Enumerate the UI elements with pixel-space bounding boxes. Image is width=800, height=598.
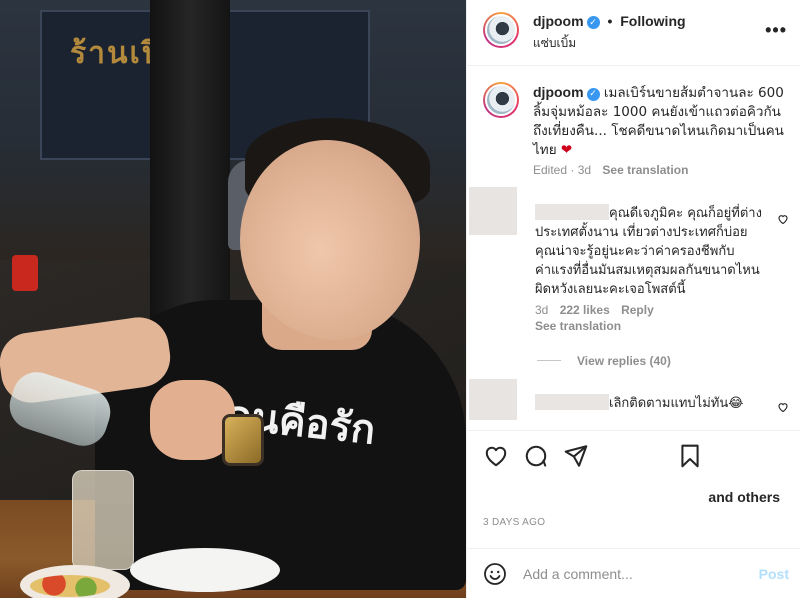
view-replies-button[interactable]: View replies (40)	[537, 354, 671, 368]
caption-username[interactable]: djpoom	[533, 84, 584, 100]
comment-see-translation[interactable]: See translation	[535, 319, 621, 333]
following-button[interactable]: Following	[620, 13, 685, 29]
food	[30, 575, 110, 597]
comment-composer: Post	[467, 548, 800, 598]
wrist-watch	[222, 414, 264, 466]
verified-icon: ✓	[586, 16, 600, 29]
man-face	[240, 140, 420, 340]
pillar	[150, 0, 230, 330]
verified-icon: ✓	[586, 88, 600, 101]
post-side-panel: djpoom ✓ • Following แซ่บเบิ้ม ••• djpoom…	[466, 0, 800, 598]
comment-age: 3d	[535, 303, 549, 317]
caption-avatar[interactable]	[483, 82, 519, 118]
share-icon[interactable]	[563, 443, 589, 469]
caption-see-translation[interactable]: See translation	[602, 163, 688, 177]
action-bar	[467, 430, 800, 478]
post-location[interactable]: แซ่บเบิ้ม	[533, 34, 576, 53]
comment-avatar[interactable]	[469, 187, 517, 235]
author-row: djpoom ✓ • Following	[533, 13, 686, 29]
comment-heart-icon[interactable]	[777, 213, 789, 225]
bookmark-icon[interactable]	[677, 443, 703, 469]
white-plate	[130, 548, 280, 592]
view-replies-label: View replies (40)	[577, 354, 671, 368]
replies-divider	[537, 360, 561, 361]
caption-meta: Edited · 3d See translation	[533, 163, 688, 177]
heart-emoji-icon: ❤	[560, 142, 573, 158]
separator-dot: •	[607, 13, 613, 29]
comment-body: เลิกติดตามแทบไม่ทัน😂	[535, 394, 763, 413]
caption-edited: Edited · 3d	[533, 163, 592, 177]
likes-others-label: and others	[708, 489, 780, 505]
comment-icon[interactable]	[523, 443, 549, 469]
red-can	[12, 255, 38, 291]
emoji-icon[interactable]	[483, 562, 507, 586]
scroll-edge	[467, 420, 800, 430]
post-timestamp[interactable]: 3 DAYS AGO	[483, 517, 545, 528]
author-username[interactable]: djpoom	[533, 13, 584, 29]
post-photo[interactable]: ร้านเปิ คนคือรัก	[0, 0, 466, 598]
comment-text: เลิกติดตามแทบไม่ทัน😂	[609, 396, 744, 411]
more-options-icon[interactable]: •••	[765, 20, 787, 41]
sign-lettering: ร้านเปิ	[70, 36, 163, 71]
author-avatar[interactable]	[483, 12, 519, 48]
comment-username-redacted[interactable]	[535, 394, 609, 410]
likes-summary[interactable]: and others	[708, 489, 780, 505]
comment-likes[interactable]: 222 likes	[560, 303, 610, 317]
post-comment-button[interactable]: Post	[759, 566, 789, 582]
drinking-glass	[72, 470, 134, 570]
comment-input[interactable]	[523, 561, 733, 587]
comment-username-redacted[interactable]	[535, 204, 609, 220]
post-header: djpoom ✓ • Following แซ่บเบิ้ม •••	[467, 0, 800, 66]
comment-body: คุณดีเจภูมิคะ คุณก็อยู่ที่ต่างประเทศตั้ง…	[535, 204, 763, 299]
caption-body: djpoom ✓ เมลเบิร์นขายส้มตำจานละ 600 ลิ้มจ…	[533, 83, 791, 160]
comment-heart-icon[interactable]	[777, 401, 789, 413]
comment-reply-button[interactable]: Reply	[621, 303, 654, 317]
heart-icon[interactable]	[483, 443, 509, 469]
comment-meta: 3d 222 likes Reply	[535, 303, 654, 317]
